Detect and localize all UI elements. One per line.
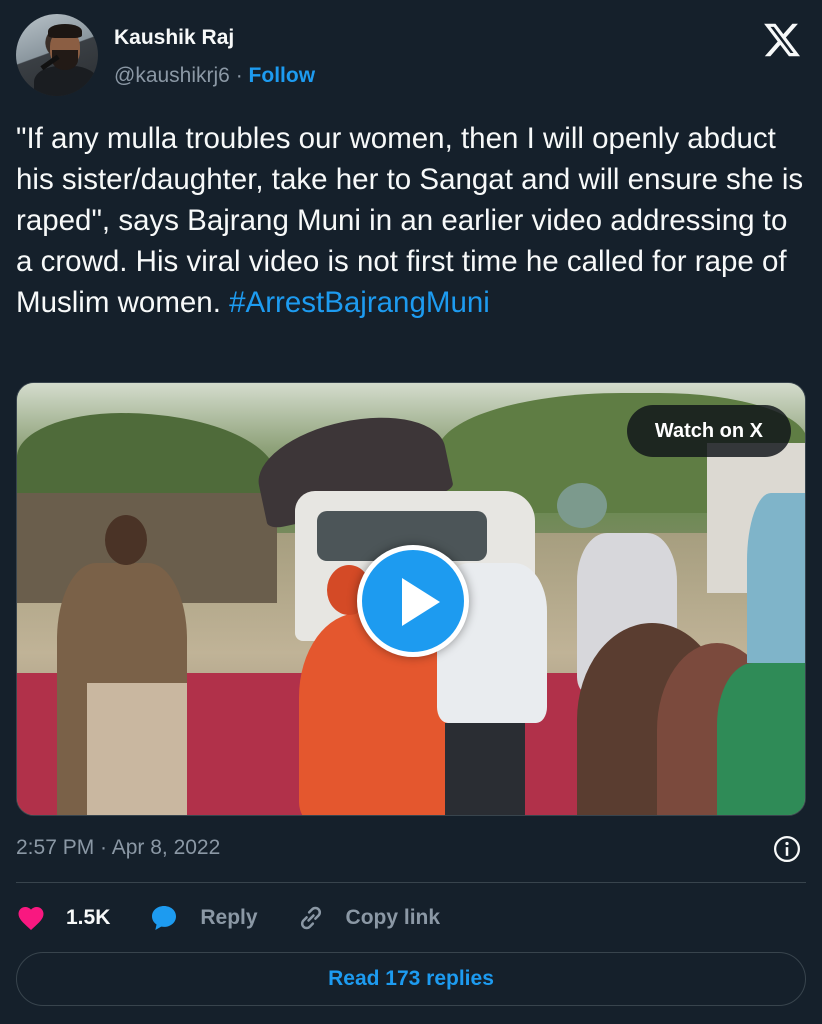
copy-link-button[interactable]: Copy link xyxy=(296,903,441,933)
tweet-card: Kaushik Raj @kaushikrj6 · Follow "If any… xyxy=(0,0,822,1024)
divider xyxy=(16,882,806,883)
x-logo-icon[interactable] xyxy=(762,20,802,60)
author-handle-row: @kaushikrj6 · Follow xyxy=(114,64,315,88)
tweet-timestamp[interactable]: 2:57 PM · Apr 8, 2022 xyxy=(16,836,220,860)
follow-link[interactable]: Follow xyxy=(249,64,316,87)
video-player[interactable]: Watch on X xyxy=(16,382,806,816)
author-name[interactable]: Kaushik Raj xyxy=(114,26,234,50)
like-count: 1.5K xyxy=(66,906,111,929)
info-icon[interactable] xyxy=(772,834,802,864)
reply-label: Reply xyxy=(200,906,258,929)
reply-button[interactable]: Reply xyxy=(148,902,258,934)
copy-link-label: Copy link xyxy=(345,906,441,929)
watch-on-x-button[interactable]: Watch on X xyxy=(626,405,791,457)
action-bar: 1.5K Reply Copy link xyxy=(16,896,478,940)
author-handle[interactable]: @kaushikrj6 xyxy=(114,64,230,87)
play-icon[interactable] xyxy=(357,545,469,657)
hashtag-link[interactable]: #ArrestBajrangMuni xyxy=(229,286,490,319)
like-button[interactable]: 1.5K xyxy=(16,903,110,933)
tweet-text: "If any mulla troubles our women, then I… xyxy=(16,118,808,323)
tweet-header: Kaushik Raj @kaushikrj6 · Follow xyxy=(16,14,806,98)
separator-dot: · xyxy=(235,64,243,87)
reply-icon xyxy=(152,906,177,930)
author-avatar[interactable] xyxy=(16,14,98,96)
heart-icon xyxy=(18,907,44,930)
link-icon xyxy=(300,906,321,930)
read-replies-button[interactable]: Read 173 replies xyxy=(16,952,806,1006)
